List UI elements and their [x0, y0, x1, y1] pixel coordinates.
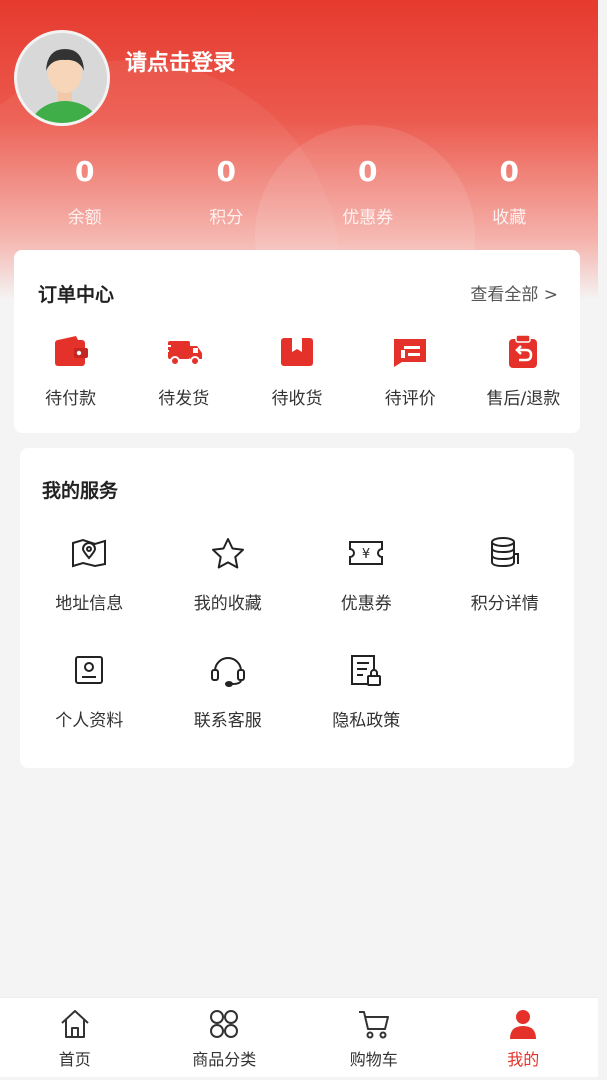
stat-label: 收藏	[492, 208, 527, 228]
tab-cart[interactable]: 购物车	[299, 998, 449, 1077]
avatar[interactable]	[14, 30, 110, 126]
service-label: 优惠券	[340, 594, 392, 614]
services-title: 我的服务	[42, 480, 119, 502]
tab-home[interactable]: 首页	[0, 998, 150, 1077]
order-item-label: 待评价	[384, 389, 436, 409]
service-label: 地址信息	[55, 594, 124, 614]
service-label: 积分详情	[470, 594, 539, 614]
user-icon	[510, 1010, 537, 1039]
profile-card-icon	[75, 656, 104, 684]
stat-balance[interactable]: 0 余额	[14, 155, 156, 228]
tab-label: 我的	[507, 1050, 540, 1069]
order-center-title: 订单中心	[38, 284, 115, 306]
see-all-orders-link[interactable]: 查看全部 >	[470, 280, 558, 305]
package-icon	[281, 338, 313, 366]
privacy-doc-icon	[351, 655, 382, 686]
coupon-icon: ¥	[349, 541, 384, 565]
stat-value: 0	[216, 155, 236, 188]
order-pending-payment[interactable]: 待付款	[14, 332, 127, 409]
map-icon	[72, 538, 107, 568]
comment-icon	[394, 339, 427, 367]
order-item-label: 售后/退款	[486, 389, 561, 409]
wallet-icon	[54, 336, 88, 366]
services-grid: 地址信息 我的收藏 ¥ 优惠券 积分详情 个人资料 联系客服 隐私政策	[20, 533, 574, 767]
bottom-tab-bar: 首页 商品分类 购物车 我的	[0, 997, 598, 1077]
stat-value: 0	[499, 155, 519, 188]
truck-icon	[163, 341, 202, 366]
order-center-card: 订单中心 查看全部 > 待付款 待发货 待收货 待评价 售后/退款	[14, 250, 580, 433]
service-privacy-policy[interactable]: 隐私政策	[297, 650, 436, 767]
stat-value: 0	[358, 155, 378, 188]
order-pending-shipment[interactable]: 待发货	[127, 332, 240, 409]
login-prompt[interactable]: 请点击登录	[125, 45, 235, 77]
stat-points[interactable]: 0 积分	[156, 155, 298, 228]
service-address[interactable]: 地址信息	[20, 533, 159, 650]
tab-category[interactable]: 商品分类	[150, 998, 300, 1077]
coins-icon	[490, 537, 519, 568]
my-services-card: 我的服务 地址信息 我的收藏 ¥ 优惠券 积分详情 个人资料 联系客服 隐私政策	[20, 448, 574, 768]
tab-mine[interactable]: 我的	[449, 998, 599, 1077]
stat-favorites[interactable]: 0 收藏	[439, 155, 581, 228]
order-status-row: 待付款 待发货 待收货 待评价 售后/退款	[14, 332, 580, 409]
service-label: 个人资料	[55, 711, 124, 731]
tab-label: 购物车	[349, 1050, 398, 1069]
service-favorites[interactable]: 我的收藏	[159, 533, 298, 650]
order-pending-receipt[interactable]: 待收货	[240, 332, 353, 409]
service-profile[interactable]: 个人资料	[20, 650, 159, 767]
stat-coupons[interactable]: 0 优惠券	[297, 155, 439, 228]
stat-value: 0	[75, 155, 95, 188]
order-item-label: 待发货	[158, 389, 210, 409]
order-after-sales[interactable]: 售后/退款	[467, 332, 580, 409]
order-item-label: 待收货	[271, 389, 323, 409]
service-coupons[interactable]: ¥ 优惠券	[297, 533, 436, 650]
stat-label: 优惠券	[342, 208, 394, 228]
star-icon	[211, 538, 244, 569]
service-label: 隐私政策	[332, 711, 401, 731]
service-customer-support[interactable]: 联系客服	[159, 650, 298, 767]
service-points[interactable]: 积分详情	[436, 533, 575, 650]
order-pending-review[interactable]: 待评价	[354, 332, 467, 409]
stats-row: 0 余额 0 积分 0 优惠券 0 收藏	[14, 155, 580, 228]
headset-icon	[210, 657, 245, 687]
service-label: 我的收藏	[193, 594, 262, 614]
tab-label: 商品分类	[192, 1050, 257, 1069]
order-item-label: 待付款	[45, 389, 97, 409]
category-icon	[210, 1010, 239, 1038]
stat-label: 积分	[209, 208, 244, 228]
stat-label: 余额	[67, 208, 102, 228]
service-label: 联系客服	[193, 711, 262, 731]
tab-label: 首页	[58, 1050, 91, 1069]
cart-icon	[358, 1011, 389, 1039]
svg-text:¥: ¥	[362, 547, 370, 562]
refund-icon	[509, 335, 538, 368]
home-icon	[61, 1010, 89, 1038]
